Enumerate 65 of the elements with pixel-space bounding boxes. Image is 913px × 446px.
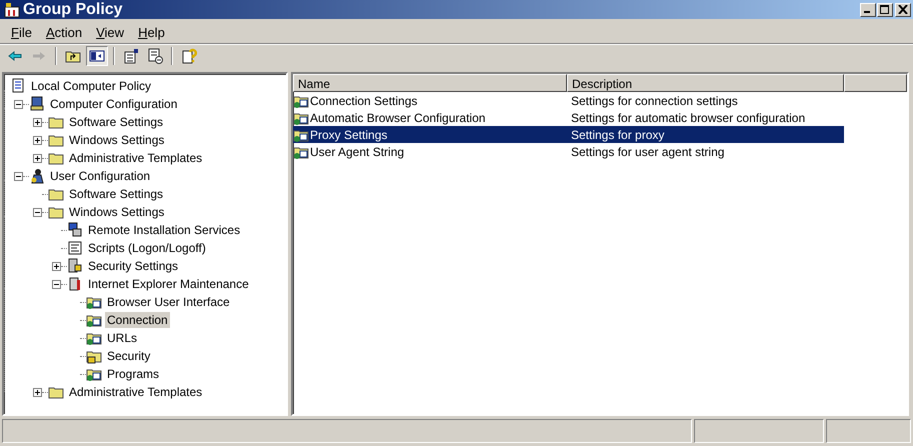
tree-item[interactable]: Local Computer Policy xyxy=(29,78,154,94)
document-icon xyxy=(123,48,139,64)
expand-toggle[interactable] xyxy=(33,136,42,144)
item-name: Proxy Settings xyxy=(310,128,388,142)
expand-toggle[interactable] xyxy=(52,262,61,270)
expand-toggle[interactable] xyxy=(33,118,42,126)
tree-item[interactable]: Security xyxy=(105,348,152,364)
security-icon xyxy=(67,258,83,274)
close-icon xyxy=(898,5,908,14)
list-row[interactable]: Automatic Browser Configuration Settings for automatic browser configuration xyxy=(293,109,844,126)
document-icon xyxy=(147,48,163,64)
item-description: Settings for user agent string xyxy=(570,144,724,158)
tree-item[interactable]: Computer Configuration xyxy=(48,96,180,112)
column-header[interactable]: Description xyxy=(567,74,844,92)
menu-item[interactable]: Action xyxy=(38,24,90,40)
column-header[interactable] xyxy=(844,74,907,92)
menu-item[interactable]: File xyxy=(4,24,39,40)
tree-item[interactable]: Internet Explorer Maintenance xyxy=(86,276,251,292)
tree-button[interactable] xyxy=(86,46,108,66)
tree-item[interactable]: Remote Installation Services xyxy=(86,222,242,238)
menu-item[interactable]: Help xyxy=(131,24,172,40)
list-row[interactable]: Connection Settings Settings for connection settings xyxy=(293,92,844,109)
maximize-icon xyxy=(880,5,890,14)
collapse-toggle[interactable] xyxy=(33,208,42,216)
script-icon xyxy=(67,240,83,256)
item-name: User Agent String xyxy=(310,144,404,158)
help-icon xyxy=(181,48,197,64)
tree-item[interactable]: Administrative Templates xyxy=(67,150,204,166)
collapse-toggle[interactable] xyxy=(14,172,23,180)
user-icon xyxy=(29,168,45,184)
policy-icon xyxy=(10,78,26,94)
tree-item[interactable]: Scripts (Logon/Logoff) xyxy=(86,240,208,256)
tree-item[interactable]: Browser User Interface xyxy=(105,294,232,310)
minimize-button[interactable] xyxy=(860,2,876,16)
window-title: Group Policy xyxy=(23,0,124,18)
tree-item[interactable]: Software Settings xyxy=(67,114,166,130)
left-arrow-icon xyxy=(7,48,23,64)
computer-icon xyxy=(29,96,45,112)
tree-item[interactable]: Windows Settings xyxy=(67,204,166,220)
item-description: Settings for automatic browser configuration xyxy=(570,110,806,124)
tree-item[interactable]: Administrative Templates xyxy=(67,384,204,400)
menu-item[interactable]: View xyxy=(89,24,132,40)
collapse-toggle[interactable] xyxy=(52,280,61,288)
tree-item[interactable]: Security Settings xyxy=(86,258,180,274)
expand-toggle[interactable] xyxy=(33,388,42,396)
expand-toggle[interactable] xyxy=(33,154,42,162)
item-name: Automatic Browser Configuration xyxy=(310,110,486,124)
maximize-button[interactable] xyxy=(877,2,893,16)
tree-item[interactable]: URLs xyxy=(105,330,140,346)
tree-item[interactable]: Connection xyxy=(105,312,170,328)
list-row[interactable]: User Agent String Settings for user agent string xyxy=(293,143,844,160)
item-name: Connection Settings xyxy=(310,94,418,108)
list-row[interactable]: Proxy Settings Settings for proxy xyxy=(293,126,844,143)
item-description: Settings for connection settings xyxy=(570,94,738,108)
tree-item[interactable]: Programs xyxy=(105,366,162,382)
collapse-toggle[interactable] xyxy=(14,100,23,108)
column-header[interactable]: Name xyxy=(293,74,567,92)
close-button[interactable] xyxy=(895,2,911,16)
panel-icon xyxy=(89,48,105,64)
tree-item[interactable]: User Configuration xyxy=(48,168,152,184)
tree-item[interactable]: Software Settings xyxy=(67,186,166,202)
tree-item[interactable]: Windows Settings xyxy=(67,132,166,148)
network-icon xyxy=(67,222,83,238)
item-description: Settings for proxy xyxy=(570,128,664,142)
app-icon xyxy=(4,2,20,18)
